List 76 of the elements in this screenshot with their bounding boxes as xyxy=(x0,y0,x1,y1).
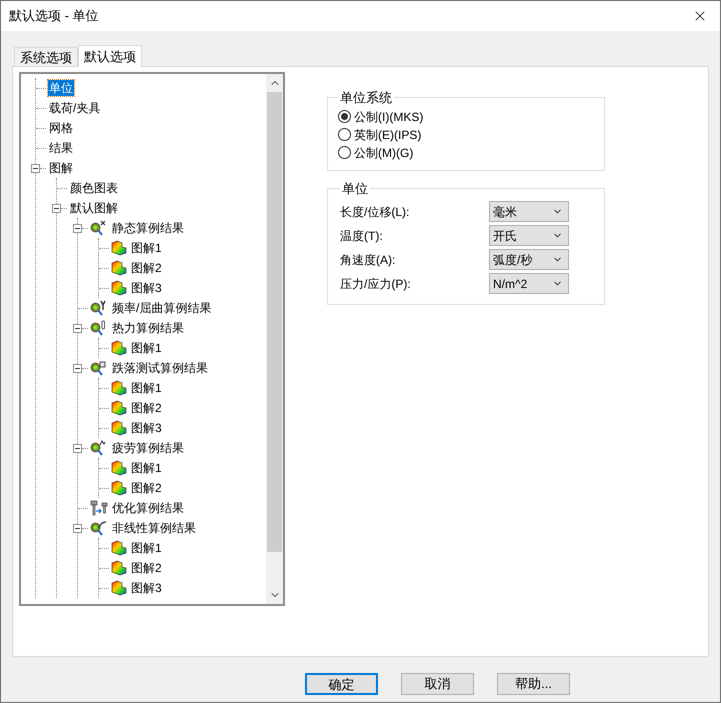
tab[interactable]: 系统选项 xyxy=(14,47,78,66)
colored-part-icon xyxy=(111,380,127,396)
radio-button[interactable] xyxy=(338,128,351,141)
collapse-toggle[interactable] xyxy=(73,364,82,372)
tree-item[interactable]: 静态算例结果 xyxy=(111,220,185,236)
colored-part-icon xyxy=(111,460,127,476)
magnifier-icon xyxy=(90,320,108,336)
collapse-toggle[interactable] xyxy=(52,204,61,212)
tree-item[interactable]: 图解1 xyxy=(130,460,163,476)
tree-item[interactable]: 结果 xyxy=(48,140,74,156)
group-title: 单位 xyxy=(341,180,369,198)
colored-part-icon xyxy=(111,580,127,596)
radio-label: 英制(E)(IPS) xyxy=(354,126,422,144)
field-label: 压力/应力(P): xyxy=(340,276,411,292)
tree-item[interactable]: 非线性算例结果 xyxy=(111,520,197,536)
tree-item[interactable]: 优化算例结果 xyxy=(111,500,185,516)
tree-item[interactable]: 单位 xyxy=(48,80,74,96)
dialog-button[interactable]: 确定 xyxy=(305,673,378,695)
tree-item[interactable]: 热力算例结果 xyxy=(111,320,185,336)
field-label: 角速度(A): xyxy=(340,252,396,268)
dialog-button[interactable]: 取消 xyxy=(401,673,474,695)
magnifier-icon xyxy=(90,440,108,456)
magnifier-icon xyxy=(90,520,108,536)
tree-item[interactable]: 默认图解 xyxy=(69,200,119,216)
tree-item[interactable]: 图解1 xyxy=(130,340,163,356)
collapse-toggle[interactable] xyxy=(31,164,40,172)
radio-label: 公制(M)(G) xyxy=(354,144,414,162)
bolt-arrow-icon xyxy=(90,500,108,516)
radio-label: 公制(I)(MKS) xyxy=(354,108,424,126)
tree-item[interactable]: 图解1 xyxy=(130,240,163,256)
tree-item[interactable]: 图解3 xyxy=(130,280,163,296)
colored-part-icon xyxy=(111,340,127,356)
unit-dropdown[interactable]: 毫米 xyxy=(489,201,569,222)
tree-item[interactable]: 图解2 xyxy=(130,400,163,416)
collapse-toggle[interactable] xyxy=(73,224,82,232)
dialog-button[interactable]: 帮助... xyxy=(497,673,570,695)
tree-item[interactable]: 图解2 xyxy=(130,260,163,276)
window-title: 默认选项 - 单位 xyxy=(9,7,99,26)
magnifier-icon xyxy=(90,220,108,236)
field-label: 温度(T): xyxy=(340,228,383,244)
colored-part-icon xyxy=(111,400,127,416)
tree-item[interactable]: 载荷/夹具 xyxy=(48,100,102,116)
scroll-thumb[interactable] xyxy=(267,92,282,552)
colored-part-icon xyxy=(111,560,127,576)
tree-item[interactable]: 图解3 xyxy=(130,420,163,436)
radio-button[interactable] xyxy=(338,146,351,159)
radio-button[interactable] xyxy=(338,110,351,123)
magnifier-icon xyxy=(90,300,108,316)
tree-item[interactable]: 颜色图表 xyxy=(69,180,119,196)
colored-part-icon xyxy=(111,540,127,556)
tree-item[interactable]: 图解1 xyxy=(130,540,163,556)
field-label: 长度/位移(L): xyxy=(340,204,410,220)
tab[interactable]: 默认选项 xyxy=(78,45,142,67)
tree-item[interactable]: 跌落测试算例结果 xyxy=(111,360,209,376)
unit-dropdown[interactable]: 弧度/秒 xyxy=(489,249,569,270)
unit-dropdown[interactable]: 开氏 xyxy=(489,225,569,246)
tree-item[interactable]: 疲劳算例结果 xyxy=(111,440,185,456)
tree-item[interactable]: 图解3 xyxy=(130,580,163,596)
magnifier-icon xyxy=(90,360,108,376)
tree-item[interactable]: 网格 xyxy=(48,120,74,136)
colored-part-icon xyxy=(111,240,127,256)
tree-item[interactable]: 图解2 xyxy=(130,480,163,496)
tree-item[interactable]: 图解 xyxy=(48,160,74,176)
colored-part-icon xyxy=(111,260,127,276)
tree-item[interactable]: 图解1 xyxy=(130,380,163,396)
collapse-toggle[interactable] xyxy=(73,324,82,332)
tree-item[interactable]: 图解2 xyxy=(130,560,163,576)
colored-part-icon xyxy=(111,420,127,436)
colored-part-icon xyxy=(111,480,127,496)
unit-dropdown[interactable]: N/m^2 xyxy=(489,273,569,294)
collapse-toggle[interactable] xyxy=(73,444,82,452)
scrollbar[interactable] xyxy=(266,74,283,604)
tree-item[interactable]: 频率/屈曲算例结果 xyxy=(111,300,212,316)
collapse-toggle[interactable] xyxy=(73,524,82,532)
group-title: 单位系统 xyxy=(339,89,393,107)
colored-part-icon xyxy=(111,280,127,296)
